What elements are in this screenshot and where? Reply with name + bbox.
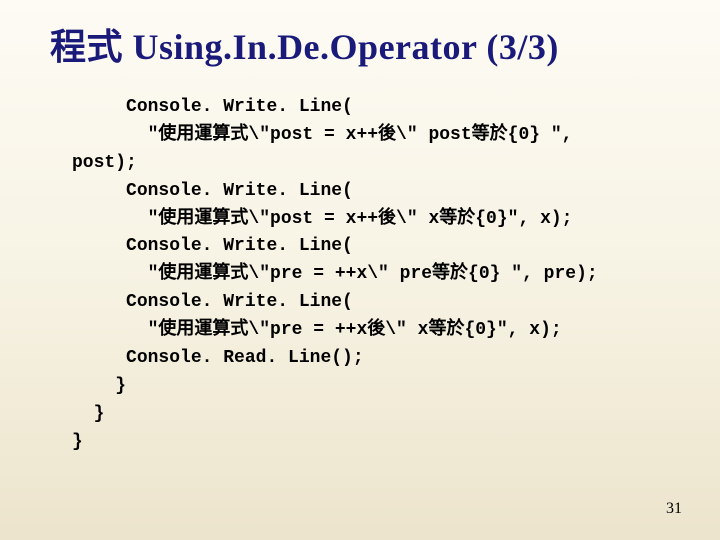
code-line: Console. Write. Line( (72, 292, 353, 312)
code-line: "使用運算式\"post = x++後\" x等於{0}", x); (72, 209, 572, 229)
page-number: 31 (666, 500, 682, 518)
code-line: } (72, 376, 126, 396)
code-line: Console. Read. Line(); (72, 348, 364, 368)
code-line: post); (72, 153, 137, 173)
code-line: "使用運算式\"pre = ++x\" pre等於{0} ", pre); (72, 264, 598, 284)
code-line: "使用運算式\"post = x++後\" post等於{0} ", (72, 125, 572, 145)
slide: 程式 Using.In.De.Operator (3/3) Console. W… (0, 0, 720, 540)
code-line: Console. Write. Line( (72, 181, 353, 201)
code-line: } (72, 404, 104, 424)
page-title: 程式 Using.In.De.Operator (3/3) (50, 18, 680, 70)
code-block: Console. Write. Line( "使用運算式\"post = x++… (72, 94, 680, 457)
code-line: Console. Write. Line( (72, 236, 353, 256)
code-line: Console. Write. Line( (72, 97, 353, 117)
code-line: "使用運算式\"pre = ++x後\" x等於{0}", x); (72, 320, 562, 340)
code-line: } (72, 432, 83, 452)
